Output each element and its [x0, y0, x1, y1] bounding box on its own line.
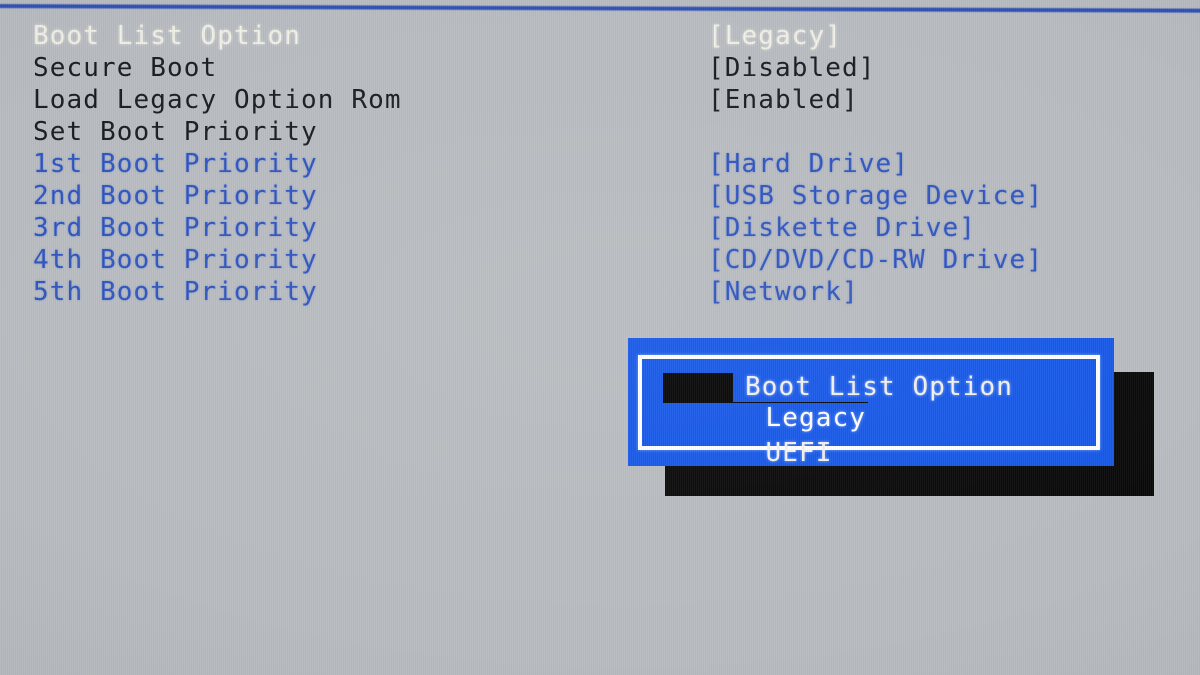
dialog-option-uefi[interactable]: UEFI	[663, 408, 835, 468]
setting-row-4th-boot-priority[interactable]: 4th Boot Priority [CD/DVD/CD-RW Drive]	[0, 244, 1200, 276]
setting-label: Load Legacy Option Rom	[33, 85, 402, 115]
setting-row-2nd-boot-priority[interactable]: 2nd Boot Priority [USB Storage Device]	[0, 180, 1200, 212]
setting-label: 3rd Boot Priority	[33, 213, 318, 243]
setting-label: Boot List Option	[33, 21, 302, 51]
setting-label: Secure Boot	[33, 53, 218, 83]
setting-row-secure-boot[interactable]: Secure Boot [Disabled]	[0, 52, 1200, 84]
setting-value[interactable]: [USB Storage Device]	[708, 180, 1043, 212]
top-divider-rule	[0, 4, 1200, 13]
setting-row-set-boot-priority[interactable]: Set Boot Priority	[0, 116, 1200, 148]
setting-row-boot-list-option[interactable]: Boot List Option [Legacy]	[0, 20, 1200, 52]
boot-list-option-dialog: Legacy UEFI	[628, 338, 1114, 468]
dialog-option-label: UEFI	[765, 438, 833, 468]
setting-label: 1st Boot Priority	[33, 149, 318, 179]
setting-row-load-legacy-option-rom[interactable]: Load Legacy Option Rom [Enabled]	[0, 84, 1200, 116]
setting-row-1st-boot-priority[interactable]: 1st Boot Priority [Hard Drive]	[0, 148, 1200, 180]
setting-value[interactable]: [Diskette Drive]	[708, 212, 976, 244]
setting-value[interactable]: [Disabled]	[708, 52, 876, 84]
setting-label: 4th Boot Priority	[33, 245, 318, 275]
setting-value[interactable]: [Legacy]	[708, 20, 842, 52]
setting-row-5th-boot-priority[interactable]: 5th Boot Priority [Network]	[0, 276, 1200, 308]
setting-label: 2nd Boot Priority	[33, 181, 318, 211]
bios-setup-screen: Boot List Option [Legacy] Secure Boot [D…	[0, 0, 1200, 675]
setting-value[interactable]: [Enabled]	[708, 84, 859, 116]
dialog-option-legacy[interactable]: Legacy	[663, 373, 869, 433]
setting-value[interactable]: [Network]	[708, 276, 859, 308]
setting-value[interactable]: [CD/DVD/CD-RW Drive]	[708, 244, 1043, 276]
setting-value[interactable]: [Hard Drive]	[708, 148, 909, 180]
setting-label: 5th Boot Priority	[33, 277, 318, 307]
setting-row-3rd-boot-priority[interactable]: 3rd Boot Priority [Diskette Drive]	[0, 212, 1200, 244]
setting-label: Set Boot Priority	[33, 117, 318, 147]
